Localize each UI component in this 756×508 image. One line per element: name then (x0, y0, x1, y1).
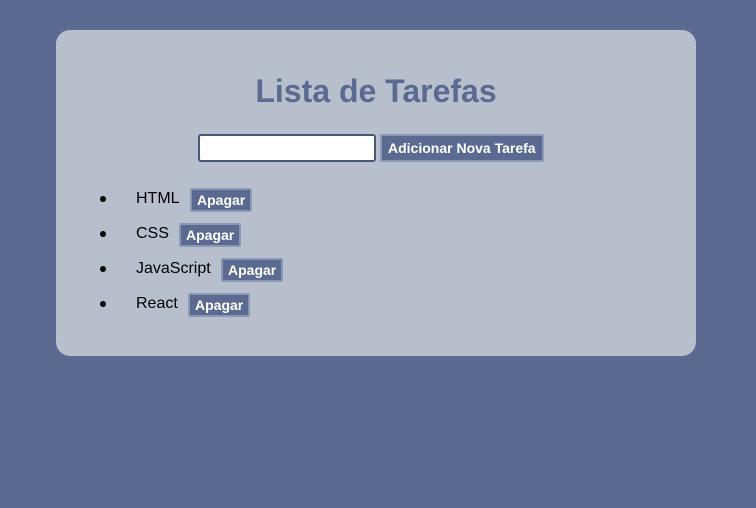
task-item: HTML Apagar (56, 188, 696, 223)
page-title: Lista de Tarefas (255, 73, 497, 109)
delete-task-button[interactable]: Apagar (221, 258, 284, 282)
delete-task-button[interactable]: Apagar (179, 223, 242, 247)
task-label: CSS (136, 225, 169, 242)
task-item: CSS Apagar (56, 223, 696, 258)
add-task-button[interactable]: Adicionar Nova Tarefa (380, 134, 544, 162)
new-task-input[interactable] (198, 134, 376, 162)
bullet-icon (100, 196, 106, 202)
task-label: JavaScript (136, 260, 211, 277)
task-item: JavaScript Apagar (56, 258, 696, 293)
bullet-icon (100, 231, 106, 237)
task-list: HTML Apagar CSS Apagar JavaScript Apagar… (56, 188, 696, 328)
bullet-icon (100, 266, 106, 272)
task-label: HTML (136, 190, 180, 207)
bullet-icon (100, 301, 106, 307)
todo-card: Lista de Tarefas Adicionar Nova Tarefa H… (56, 30, 696, 356)
task-item: React Apagar (56, 293, 696, 328)
delete-task-button[interactable]: Apagar (190, 188, 253, 212)
delete-task-button[interactable]: Apagar (188, 293, 251, 317)
task-label: React (136, 295, 178, 312)
